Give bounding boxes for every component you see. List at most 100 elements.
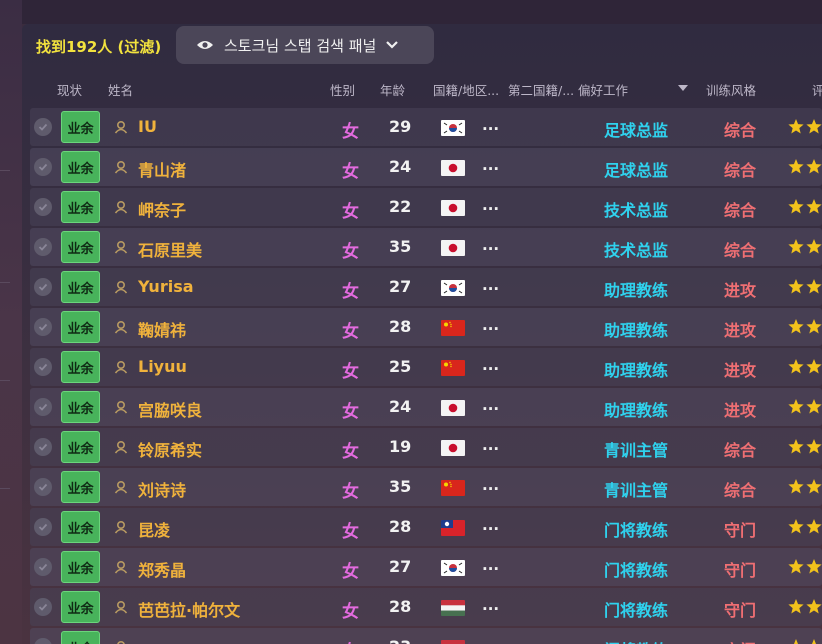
status-badge: 业余 [61, 111, 100, 143]
age-value: 19 [389, 437, 412, 456]
col-name[interactable]: 姓名 [108, 80, 133, 99]
staff-name[interactable]: IU [138, 117, 157, 136]
staff-row[interactable]: 业余 鞠婧祎 女 28 ... 助理教练 进攻 [30, 308, 822, 346]
staff-name[interactable]: 青山渚 [138, 157, 186, 181]
select-checkbox[interactable] [34, 598, 52, 616]
star-icon [788, 519, 804, 534]
select-checkbox[interactable] [34, 198, 52, 216]
staff-name[interactable]: 昆凌 [138, 517, 170, 541]
staff-row[interactable]: 业余 昆凌 女 28 ... 门将教练 守门 [30, 508, 822, 546]
rating-stars [794, 639, 816, 644]
training-style-value: 守门 [724, 637, 756, 644]
staff-name[interactable]: 鞠婧祎 [138, 317, 186, 341]
star-icon [794, 639, 798, 644]
staff-row[interactable]: 业余 芭芭拉·帕尔文 女 28 ... 门将教练 守门 [30, 588, 822, 626]
training-style-value: 综合 [724, 201, 757, 220]
status-badge: 业余 [61, 431, 100, 463]
gender-value: 女 [342, 562, 359, 582]
check-icon [38, 243, 48, 251]
select-checkbox[interactable] [34, 518, 52, 536]
select-checkbox[interactable] [34, 638, 52, 644]
select-checkbox[interactable] [34, 278, 52, 296]
staff-name[interactable]: 石原里美 [138, 237, 202, 261]
sort-desc-icon[interactable] [678, 85, 688, 91]
preferred-job-value: 青训主管 [604, 441, 669, 460]
select-checkbox[interactable] [34, 398, 52, 416]
second-nationality-value: ... [482, 476, 500, 494]
person-icon [114, 120, 128, 134]
staff-name[interactable]: 岬奈子 [138, 197, 186, 221]
age-value: 22 [389, 197, 412, 216]
staff-row[interactable]: 业余 IU 女 29 ... 足球总监 综合 [30, 108, 822, 146]
col-age[interactable]: 年龄 [380, 80, 405, 99]
staff-name[interactable]: Yurisa [138, 277, 194, 296]
preferred-job-value: 助理教练 [604, 321, 669, 340]
staff-row[interactable]: 业余 Yurisa 女 27 ... 助理教练 进攻 [30, 268, 822, 306]
check-icon [38, 283, 48, 291]
staff-name[interactable]: 芭芭拉·帕尔文 [138, 597, 240, 621]
staff-row[interactable]: 业余 女 23 ... 门将教练 守门 [30, 628, 822, 644]
star-icon [806, 559, 822, 574]
filter-panel-button[interactable]: 스토크님 스탭 검색 패널 [176, 26, 434, 64]
staff-name[interactable]: 宫脇咲良 [138, 397, 202, 421]
staff-row[interactable]: 业余 石原里美 女 35 ... 技术总监 综合 [30, 228, 822, 266]
status-badge: 业余 [61, 191, 100, 223]
star-icon [788, 319, 804, 334]
status-badge: 业余 [61, 551, 100, 583]
age-value: 29 [389, 117, 412, 136]
person-icon [114, 520, 128, 534]
eye-icon [197, 41, 213, 49]
preferred-job-value: 门将教练 [604, 521, 669, 540]
col-gender[interactable]: 性别 [330, 80, 355, 99]
results-toolbar: 找到192人 (过滤) 스토크님 스탭 검색 패널 [22, 24, 822, 68]
select-checkbox[interactable] [34, 238, 52, 256]
staff-row[interactable]: 业余 岬奈子 女 22 ... 技术总监 综合 [30, 188, 822, 226]
preferred-job-value: 技术总监 [604, 201, 669, 220]
staff-row[interactable]: 业余 刘诗诗 女 35 ... 青训主管 综合 [30, 468, 822, 506]
col-training-style[interactable]: 训练风格 [706, 80, 756, 99]
col-nationality[interactable]: 国籍/地区... [433, 80, 499, 99]
staff-search-panel: 找到192人 (过滤) 스토크님 스탭 검색 패널 现状 姓名 性别 年龄 国籍… [22, 24, 822, 644]
training-style-value: 守门 [724, 601, 757, 620]
staff-row[interactable]: 业余 宫脇咲良 女 24 ... 助理教练 进攻 [30, 388, 822, 426]
staff-name[interactable]: Liyuu [138, 357, 187, 376]
check-icon [38, 523, 48, 531]
star-icon [806, 439, 822, 454]
col-second-nationality[interactable]: 第二国籍/... [508, 80, 574, 99]
check-icon [38, 443, 48, 451]
check-icon [38, 163, 48, 171]
select-checkbox[interactable] [34, 558, 52, 576]
person-icon [114, 200, 128, 214]
col-rating[interactable]: 评 [812, 80, 822, 99]
age-value: 35 [389, 237, 412, 256]
staff-row[interactable]: 业余 铃原希实 女 19 ... 青训主管 综合 [30, 428, 822, 466]
age-value: 28 [389, 317, 412, 336]
staff-row[interactable]: 业余 青山渚 女 24 ... 足球总监 综合 [30, 148, 822, 186]
select-checkbox[interactable] [34, 438, 52, 456]
person-icon [114, 440, 128, 454]
preferred-job-value: 门将教练 [604, 637, 668, 644]
select-checkbox[interactable] [34, 358, 52, 376]
staff-name[interactable]: 刘诗诗 [138, 477, 186, 501]
age-value: 23 [389, 637, 411, 644]
flag-icon [441, 560, 465, 576]
gender-value: 女 [342, 442, 359, 462]
rating-stars [788, 599, 822, 614]
staff-row[interactable]: 业余 Liyuu 女 25 ... 助理教练 进攻 [30, 348, 822, 386]
gender-value: 女 [342, 482, 359, 502]
second-nationality-value: ... [482, 156, 500, 174]
status-badge: 业余 [61, 271, 100, 303]
second-nationality-value: ... [482, 636, 499, 644]
col-preferred-job[interactable]: 偏好工作 [578, 80, 628, 99]
select-checkbox[interactable] [34, 318, 52, 336]
select-checkbox[interactable] [34, 478, 52, 496]
select-checkbox[interactable] [34, 158, 52, 176]
staff-name[interactable]: 郑秀晶 [138, 557, 186, 581]
col-status[interactable]: 现状 [57, 80, 82, 99]
staff-row[interactable]: 业余 郑秀晶 女 27 ... 门将教练 守门 [30, 548, 822, 586]
staff-name[interactable]: 铃原希实 [138, 437, 202, 461]
person-icon [114, 280, 128, 294]
flag-icon [441, 320, 465, 336]
star-icon [788, 399, 804, 414]
select-checkbox[interactable] [34, 118, 52, 136]
